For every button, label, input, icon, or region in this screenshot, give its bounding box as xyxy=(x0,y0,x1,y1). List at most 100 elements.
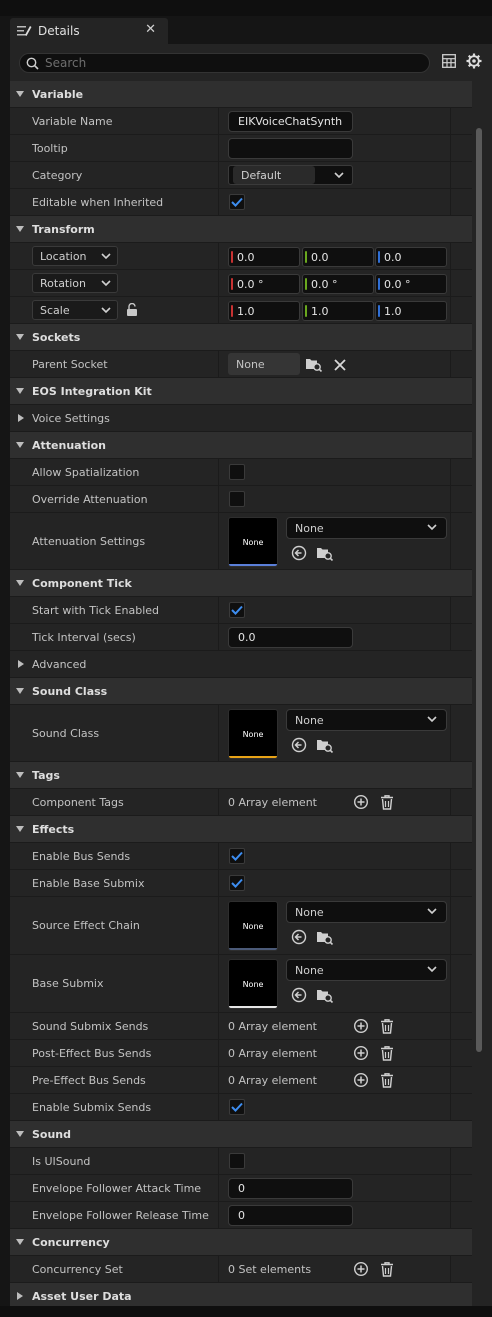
location-y-input[interactable]: 0.0 xyxy=(302,247,374,267)
search-box[interactable]: Search xyxy=(19,53,430,73)
browse-asset-icon[interactable] xyxy=(316,545,334,561)
attenuation-asset-combo[interactable]: None xyxy=(286,517,447,539)
category-attenuation[interactable]: Attenuation xyxy=(10,432,472,459)
category-component-tick[interactable]: Component Tick xyxy=(10,570,472,597)
base-submix-combo[interactable]: None xyxy=(286,959,447,981)
scale-z-input[interactable]: 1.0 xyxy=(375,301,447,321)
use-selected-arrow-icon[interactable] xyxy=(291,737,307,753)
property-label: Category xyxy=(32,168,83,182)
category-sound[interactable]: Sound xyxy=(10,1121,472,1148)
sound-class-asset-combo[interactable]: None xyxy=(286,709,447,731)
envelope-attack-input[interactable]: 0 xyxy=(228,1178,353,1199)
column-divider xyxy=(450,1175,451,1201)
property-label: Override Attenuation xyxy=(32,492,148,506)
trash-icon[interactable] xyxy=(379,794,395,810)
column-divider xyxy=(218,843,219,869)
browse-asset-icon[interactable] xyxy=(316,737,334,753)
category-value-box[interactable]: Default xyxy=(233,166,315,184)
use-selected-arrow-icon[interactable] xyxy=(291,929,307,945)
details-tab[interactable]: Details ✕ xyxy=(10,18,168,44)
editable-inherited-checkbox[interactable] xyxy=(229,194,245,210)
tick-interval-input[interactable]: 0.0 xyxy=(228,627,353,648)
row-is-ui-sound: Is UISound xyxy=(10,1148,472,1175)
array-count: 0 Array element xyxy=(228,1046,317,1060)
rotation-z-input[interactable]: 0.0 ° xyxy=(375,274,447,294)
category-eos-integration-kit[interactable]: EOS Integration Kit xyxy=(10,378,472,405)
column-divider xyxy=(218,162,219,188)
collapse-arrow-icon xyxy=(16,1131,24,1137)
use-selected-arrow-icon[interactable] xyxy=(291,987,307,1003)
property-matrix-icon[interactable] xyxy=(442,54,456,68)
clear-x-icon[interactable] xyxy=(334,359,346,371)
category-concurrency[interactable]: Concurrency xyxy=(10,1229,472,1256)
trash-icon[interactable] xyxy=(379,1072,395,1088)
chevron-down-icon xyxy=(427,966,437,973)
browse-asset-icon[interactable] xyxy=(316,929,334,945)
add-element-icon[interactable] xyxy=(353,794,369,810)
column-divider xyxy=(450,624,451,650)
enable-submix-sends-checkbox[interactable] xyxy=(229,1099,245,1115)
trash-icon[interactable] xyxy=(379,1045,395,1061)
source-effect-chain-combo[interactable]: None xyxy=(286,901,447,923)
combo-value: None xyxy=(295,713,324,727)
rotation-y-input[interactable]: 0.0 ° xyxy=(302,274,374,294)
column-divider xyxy=(450,270,451,296)
asset-thumbnail[interactable]: None xyxy=(228,901,278,951)
column-divider xyxy=(450,1040,451,1066)
category-effects[interactable]: Effects xyxy=(10,816,472,843)
trash-icon[interactable] xyxy=(379,1018,395,1034)
x-value: 0.0 ° xyxy=(237,278,264,291)
enable-base-submix-checkbox[interactable] xyxy=(229,875,245,891)
z-axis-bar xyxy=(378,251,380,263)
column-divider xyxy=(450,955,451,1012)
asset-thumbnail[interactable]: None xyxy=(228,709,278,759)
browse-asset-icon[interactable] xyxy=(316,987,334,1003)
envelope-release-input[interactable]: 0 xyxy=(228,1205,353,1226)
trash-icon[interactable] xyxy=(379,1261,395,1277)
settings-gear-icon[interactable] xyxy=(466,53,482,69)
tab-title: Details xyxy=(38,24,80,38)
parent-socket-value[interactable]: None xyxy=(228,353,300,375)
scale-y-input[interactable]: 1.0 xyxy=(302,301,374,321)
column-divider xyxy=(218,1202,219,1228)
category-sound-class[interactable]: Sound Class xyxy=(10,678,472,705)
lock-open-icon[interactable] xyxy=(126,303,138,317)
tab-close-icon[interactable]: ✕ xyxy=(145,22,156,37)
allow-spatialization-checkbox[interactable] xyxy=(229,464,245,480)
y-axis-bar xyxy=(305,251,307,263)
row-attenuation-settings: Attenuation Settings None None xyxy=(10,513,472,570)
combo-value: None xyxy=(295,963,324,977)
category-tags[interactable]: Tags xyxy=(10,762,472,789)
is-ui-sound-checkbox[interactable] xyxy=(229,1153,245,1169)
enable-bus-sends-checkbox[interactable] xyxy=(229,848,245,864)
rotation-x-input[interactable]: 0.0 ° xyxy=(228,274,300,294)
add-element-icon[interactable] xyxy=(353,1018,369,1034)
property-label: Allow Spatialization xyxy=(32,465,140,479)
location-x-input[interactable]: 0.0 xyxy=(228,247,300,267)
vertical-scrollbar[interactable] xyxy=(476,128,482,1052)
scale-mode-combo[interactable]: Scale xyxy=(32,300,118,320)
category-variable[interactable]: Variable xyxy=(10,81,472,108)
use-selected-arrow-icon[interactable] xyxy=(291,545,307,561)
category-combo[interactable]: Default xyxy=(228,165,353,185)
override-attenuation-checkbox[interactable] xyxy=(229,491,245,507)
property-label: Envelope Follower Release Time xyxy=(32,1208,209,1222)
tooltip-input[interactable] xyxy=(228,138,353,159)
category-transform[interactable]: Transform xyxy=(10,216,472,243)
row-advanced[interactable]: Advanced xyxy=(10,651,472,678)
add-element-icon[interactable] xyxy=(353,1045,369,1061)
start-tick-checkbox[interactable] xyxy=(229,602,245,618)
variable-name-input[interactable]: EIKVoiceChatSynth xyxy=(228,111,353,132)
asset-thumbnail[interactable]: None xyxy=(228,517,278,567)
location-mode-combo[interactable]: Location xyxy=(32,246,118,266)
add-element-icon[interactable] xyxy=(353,1072,369,1088)
add-element-icon[interactable] xyxy=(353,1261,369,1277)
location-z-input[interactable]: 0.0 xyxy=(375,247,447,267)
row-voice-settings[interactable]: Voice Settings xyxy=(10,405,472,432)
scale-x-input[interactable]: 1.0 xyxy=(228,301,300,321)
browse-socket-icon[interactable] xyxy=(305,356,323,372)
category-sockets[interactable]: Sockets xyxy=(10,324,472,351)
column-divider xyxy=(450,243,451,269)
asset-thumbnail[interactable]: None xyxy=(228,959,278,1009)
rotation-mode-combo[interactable]: Rotation xyxy=(32,273,118,293)
